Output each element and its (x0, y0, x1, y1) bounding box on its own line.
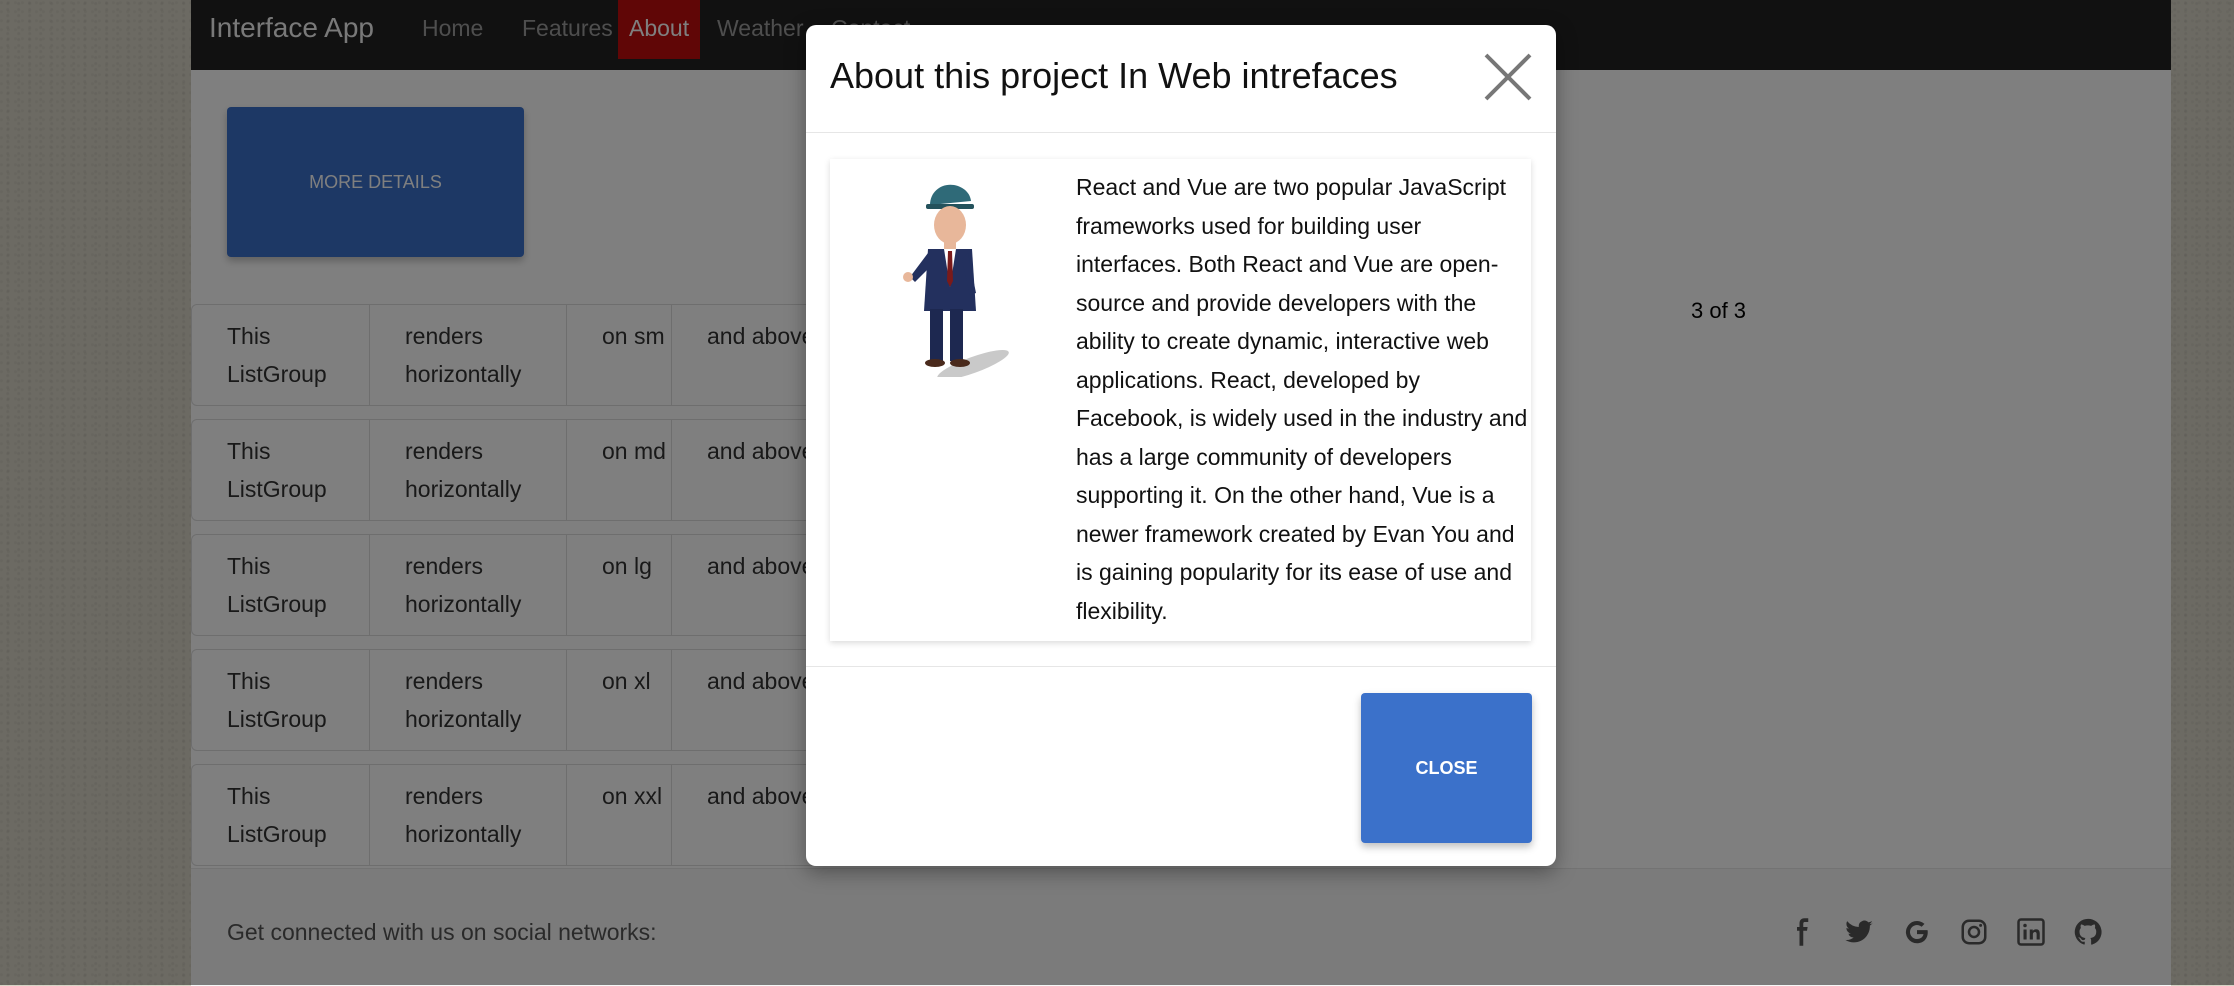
cartoon-avatar-image (903, 184, 1009, 377)
modal-header-divider (806, 132, 1556, 133)
about-card: React and Vue are two popular JavaScript… (830, 159, 1531, 641)
modal-body-text: React and Vue are two popular JavaScript… (1076, 174, 1528, 624)
close-button[interactable]: CLOSE (1361, 693, 1532, 843)
modal-footer-divider (806, 666, 1556, 667)
close-icon[interactable] (1481, 50, 1535, 104)
about-modal: About this project In Web intrefaces Rea… (806, 25, 1556, 866)
modal-title: About this project In Web intrefaces (830, 55, 1398, 96)
